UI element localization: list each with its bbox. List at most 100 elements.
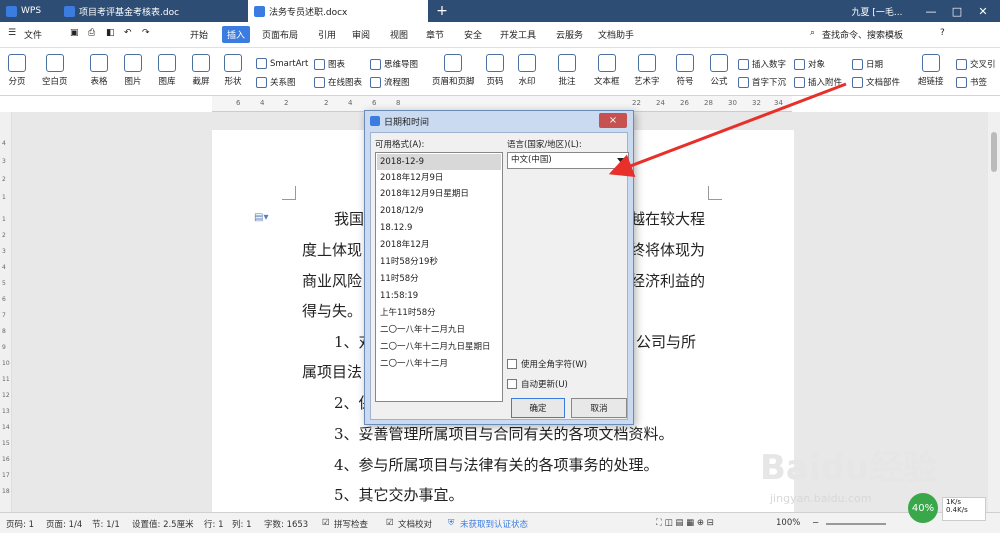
drop-cap-button[interactable]: 首字下沉 [738, 76, 786, 88]
format-item[interactable]: 2018年12月 [377, 237, 501, 253]
doc-line[interactable]: 属项目法 [302, 361, 362, 382]
formats-list[interactable]: 2018-12-9 2018年12月9日 2018年12月9日星期日 2018/… [375, 152, 503, 402]
wordart-button[interactable]: 艺术字 [634, 54, 660, 87]
paragraph-marker-icon[interactable]: ▤▾ [254, 212, 268, 223]
smartart-button[interactable]: SmartArt [256, 58, 308, 69]
menu-item-reference[interactable]: 引用 [318, 28, 336, 41]
date-button[interactable]: 日期 [852, 58, 883, 70]
format-item[interactable]: 2018年12月9日 [377, 170, 501, 186]
tab-doc-2[interactable]: 法务专员述职.docx [248, 0, 428, 22]
symbol-button[interactable]: 符号 [676, 54, 694, 87]
cancel-button[interactable]: 取消 [571, 398, 627, 418]
screenshot-button[interactable]: 截屏 [192, 54, 210, 87]
format-item[interactable]: 18.12.9 [377, 220, 501, 236]
doc-parts-button[interactable]: 文档部件 [852, 76, 900, 88]
proof-icon[interactable]: ☑ [386, 518, 394, 528]
menu-item-security[interactable]: 安全 [464, 28, 482, 41]
menu-item-insert[interactable]: 插入 [222, 26, 251, 43]
relation-button[interactable]: 关系图 [256, 76, 296, 88]
format-item[interactable]: 2018年12月9日星期日 [377, 186, 501, 202]
spell-check-icon[interactable]: ☑ [322, 518, 330, 528]
shape-button[interactable]: 形状 [224, 54, 242, 87]
preview-icon[interactable]: ◧ [106, 28, 115, 38]
minimize-icon[interactable]: — [920, 0, 942, 22]
file-menu[interactable]: 文件 [24, 28, 42, 41]
menu-item-layout[interactable]: 页面布局 [262, 28, 298, 41]
language-select[interactable]: 中文(中国) [507, 152, 629, 169]
undo-icon[interactable]: ↶ [124, 28, 132, 38]
status-pages[interactable]: 页面: 1/4 [46, 518, 82, 530]
menu-item-review[interactable]: 审阅 [352, 28, 370, 41]
close-icon[interactable]: ✕ [972, 0, 994, 22]
status-words[interactable]: 字数: 1653 [264, 518, 308, 530]
view-mode-icons[interactable]: ⛶ ◫ ▤ ▦ ⊕ ⊟ [656, 518, 714, 528]
menu-item-cloud[interactable]: 云服务 [556, 28, 583, 41]
search-icon[interactable]: ⌕ [810, 28, 815, 38]
network-widget[interactable]: 40% 1K/s 0.4K/s [908, 493, 988, 523]
picture-button[interactable]: 图片 [124, 54, 142, 87]
add-tab-button[interactable]: + [432, 0, 452, 22]
doc-line[interactable]: 得与失。 [302, 300, 362, 321]
format-item[interactable]: 11:58:19 [377, 288, 501, 304]
insert-number-button[interactable]: 插入数字 [738, 58, 786, 70]
tab-wps[interactable]: WPS [0, 0, 56, 22]
format-item[interactable]: 11时58分 [377, 271, 501, 287]
dialog-close-button[interactable]: × [599, 113, 627, 128]
menu-item-chapter[interactable]: 章节 [426, 28, 444, 41]
page-break-button[interactable]: 分页 [8, 54, 26, 87]
doc-line[interactable]: 越在较大程 [630, 208, 705, 229]
page-number-button[interactable]: 页码 [486, 54, 504, 87]
chart-button[interactable]: 图表 [314, 58, 345, 70]
tab-doc-1[interactable]: 项目考评基金考核表.doc [58, 0, 238, 22]
doc-line[interactable]: 5、其它交办事宜。 [334, 484, 464, 505]
vertical-scrollbar[interactable] [988, 112, 1000, 512]
zoom-level[interactable]: 100% [776, 518, 800, 528]
doc-line[interactable]: 公司与所 [636, 331, 696, 352]
save-icon[interactable]: ▣ [70, 28, 79, 38]
watermark-button[interactable]: 水印 [518, 54, 536, 87]
bookmark-button[interactable]: 书签 [956, 76, 987, 88]
table-button[interactable]: 表格 [90, 54, 108, 87]
doc-line[interactable]: 商业风险 [302, 270, 362, 291]
cert-status[interactable]: 未获取到认证状态 [460, 518, 528, 530]
menu-item-assistant[interactable]: 文档助手 [598, 28, 634, 41]
attachment-button[interactable]: 插入附件 [794, 76, 842, 88]
format-item[interactable]: 2018-12-9 [377, 154, 501, 170]
flowchart-button[interactable]: 流程图 [370, 76, 410, 88]
zoom-out-icon[interactable]: − [812, 518, 819, 528]
online-chart-button[interactable]: 在线图表 [314, 76, 362, 88]
proof[interactable]: 文档校对 [398, 518, 432, 530]
format-item[interactable]: 二〇一八年十二月九日星期日 [377, 339, 501, 355]
user-name[interactable]: 九夏 [一毛... [842, 0, 912, 22]
print-icon[interactable]: ⎙ [88, 28, 95, 38]
hyperlink-button[interactable]: 超链接 [918, 54, 944, 87]
format-item[interactable]: 上午11时58分 [377, 305, 501, 321]
comment-button[interactable]: 批注 [558, 54, 576, 87]
spell-check[interactable]: 拼写检查 [334, 518, 368, 530]
doc-line[interactable]: 度上体现 [302, 239, 362, 260]
format-item[interactable]: 2018/12/9 [377, 203, 501, 219]
header-footer-button[interactable]: 页眉和页脚 [432, 54, 475, 87]
help-icon[interactable]: ? [940, 28, 945, 38]
redo-icon[interactable]: ↷ [142, 28, 150, 38]
menu-item-view[interactable]: 视图 [390, 28, 408, 41]
formula-button[interactable]: 公式 [710, 54, 728, 87]
zoom-slider[interactable] [826, 523, 886, 525]
autoupdate-checkbox[interactable]: 自动更新(U) [507, 378, 568, 390]
menu-icon[interactable]: ☰ [8, 28, 16, 38]
object-button[interactable]: 对象 [794, 58, 825, 70]
doc-line[interactable]: 4、参与所属项目与法律有关的各项事务的处理。 [334, 454, 659, 475]
blank-page-button[interactable]: 空白页 [42, 54, 68, 87]
mindmap-button[interactable]: 思维导图 [370, 58, 418, 70]
doc-line[interactable]: 我国 [334, 208, 364, 229]
menu-item-developer[interactable]: 开发工具 [500, 28, 536, 41]
cross-ref-button[interactable]: 交叉引 [956, 58, 996, 70]
doc-line[interactable]: 3、妥善管理所属项目与合同有关的各项文档资料。 [334, 423, 674, 444]
search-command[interactable]: 查找命令、搜索模板 [822, 28, 903, 41]
scrollbar-thumb[interactable] [991, 132, 997, 172]
format-item[interactable]: 二〇一八年十二月九日 [377, 322, 501, 338]
textbox-button[interactable]: 文本框 [594, 54, 620, 87]
dialog-title-bar[interactable]: 日期和时间 [365, 111, 633, 131]
doc-line[interactable]: 终将体现为 [630, 239, 705, 260]
gallery-button[interactable]: 图库 [158, 54, 176, 87]
